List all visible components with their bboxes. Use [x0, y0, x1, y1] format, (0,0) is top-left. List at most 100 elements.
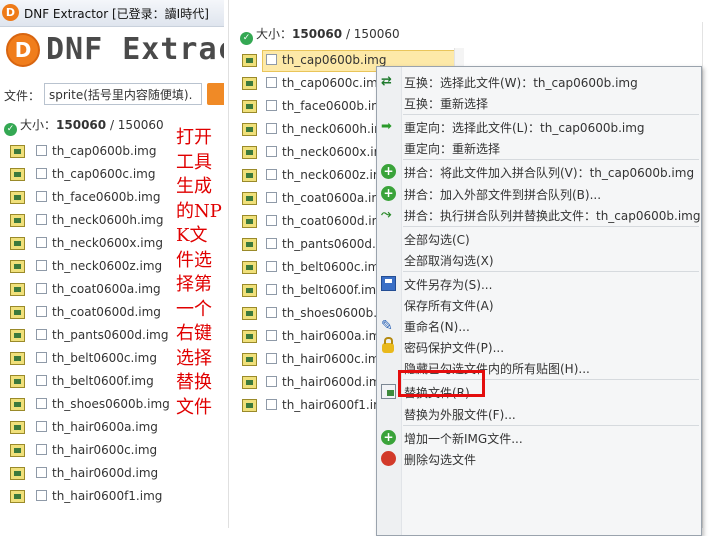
file-name: th_neck0600z.img — [52, 259, 163, 273]
menu-item[interactable]: + 拼合：加入外部文件到拼合队列(B)... — [377, 183, 701, 203]
img-checkbox[interactable] — [266, 169, 277, 180]
menu-item[interactable]: 密码保护文件(P)... — [377, 336, 701, 356]
img-name: th_neck0600h.im — [282, 122, 386, 136]
img-checkbox[interactable] — [266, 123, 277, 134]
img-file-icon — [242, 399, 257, 412]
img-name: th_hair0600a.im — [282, 329, 381, 343]
img-file-icon — [10, 168, 25, 181]
img-name: th_belt0600c.im — [282, 260, 380, 274]
texture-row[interactable]: 1，16 位色[A1R5G5B5]，宽高(1 × — [708, 48, 713, 72]
img-checkbox[interactable] — [266, 77, 277, 88]
img-checkbox[interactable] — [266, 307, 277, 318]
texture-row[interactable]: 0，16 位色[A1R5G5B5]，宽高(1 × — [708, 24, 713, 48]
file-input[interactable]: sprite(括号里内容随便填). — [44, 83, 202, 105]
img-file-icon — [242, 353, 257, 366]
img-checkbox[interactable] — [266, 330, 277, 341]
img-checkbox[interactable] — [266, 353, 277, 364]
img-file-icon — [242, 169, 257, 182]
menu-item[interactable]: 保存所有文件(A) — [377, 294, 701, 314]
file-checkbox[interactable] — [36, 398, 47, 409]
menu-item[interactable]: 删除勾选文件 — [377, 448, 701, 468]
img-file-icon — [242, 215, 257, 228]
img-checkbox[interactable] — [266, 238, 277, 249]
size-total-2: 150060 — [353, 27, 400, 41]
menu-item[interactable]: 文件另存为(S)... — [377, 273, 701, 293]
file-checkbox[interactable] — [36, 444, 47, 455]
menu-separator — [403, 159, 699, 161]
menu-item[interactable]: 重命名(N)... — [377, 315, 701, 335]
img-checkbox[interactable] — [266, 376, 277, 387]
menu-item-label: 删除勾选文件 — [404, 452, 477, 467]
file-checkbox[interactable] — [36, 467, 47, 478]
menu-item[interactable]: + 增加一个新IMG文件... — [377, 427, 701, 447]
file-checkbox[interactable] — [36, 329, 47, 340]
menu-item-label: 密码保护文件(P)... — [404, 341, 505, 356]
menu-item[interactable]: 互换：重新选择 — [377, 92, 701, 112]
img-file-icon — [242, 307, 257, 320]
menu-item[interactable]: 全部取消勾选(X) — [377, 249, 701, 269]
file-checkbox[interactable] — [36, 191, 47, 202]
file-checkbox[interactable] — [36, 352, 47, 363]
img-file-icon — [242, 54, 257, 67]
app-icon: D — [2, 4, 19, 21]
file-name: th_shoes0600b.img — [52, 397, 170, 411]
file-checkbox[interactable] — [36, 490, 47, 501]
file-name: th_cap0600c.img — [52, 167, 156, 181]
img-file-icon — [10, 214, 25, 227]
title-bar: D DNF Extractor [已登录：讀I時代] — [0, 0, 224, 27]
open-file-button[interactable] — [207, 83, 224, 105]
menu-item[interactable]: 互换：选择此文件(W)：th_cap0600b.img — [377, 71, 701, 91]
menu-item[interactable]: 拼合：执行拼合队列并替换此文件：th_cap0600b.img — [377, 204, 701, 224]
delete-icon — [381, 450, 396, 466]
img-name: th_coat0600d.im — [282, 214, 384, 228]
file-checkbox[interactable] — [36, 283, 47, 294]
img-checkbox[interactable] — [266, 54, 277, 65]
file-checkbox[interactable] — [36, 145, 47, 156]
menu-item-label: 重定向：重新选择 — [404, 142, 501, 157]
img-name: th_neck0600x.im — [282, 145, 386, 159]
file-checkbox[interactable] — [36, 375, 47, 386]
img-file-icon — [10, 145, 25, 158]
file-checkbox[interactable] — [36, 260, 47, 271]
replace-icon — [381, 384, 396, 400]
menu-item[interactable]: 重定向：选择此文件(L)：th_cap0600b.img — [377, 116, 701, 136]
menu-item[interactable]: + 拼合：将此文件加入拼合队列(V)：th_cap0600b.img — [377, 161, 701, 181]
img-file-icon — [10, 398, 25, 411]
img-name: th_belt0600f.im — [282, 283, 377, 297]
menu-item[interactable]: 重定向：重新选择 — [377, 137, 701, 157]
file-name: th_hair0600c.img — [52, 443, 158, 457]
img-checkbox[interactable] — [266, 146, 277, 157]
img-checkbox[interactable] — [266, 399, 277, 410]
img-checkbox[interactable] — [266, 192, 277, 203]
file-name: th_neck0600h.img — [52, 213, 164, 227]
file-checkbox[interactable] — [36, 214, 47, 225]
plus-icon: + — [381, 185, 396, 201]
panel-divider — [228, 0, 229, 528]
img-file-icon — [242, 238, 257, 251]
file-name: th_coat0600d.img — [52, 305, 161, 319]
file-checkbox[interactable] — [36, 168, 47, 179]
img-name: th_face0600b.im — [282, 99, 383, 113]
file-name: th_face0600b.img — [52, 190, 161, 204]
file-checkbox[interactable] — [36, 237, 47, 248]
file-checkbox[interactable] — [36, 306, 47, 317]
menu-item-label: 拼合：将此文件加入拼合队列(V)：th_cap0600b.img — [404, 166, 695, 181]
img-file-icon — [10, 352, 25, 365]
img-checkbox[interactable] — [266, 284, 277, 295]
check-circle-icon: ✓ — [240, 32, 253, 45]
save-icon — [381, 275, 396, 291]
file-checkbox[interactable] — [36, 421, 47, 432]
img-checkbox[interactable] — [266, 100, 277, 111]
menu-separator — [403, 114, 699, 116]
logo-wordmark: DNF Extractor — [46, 32, 224, 67]
menu-item-label: 拼合：执行拼合队列并替换此文件：th_cap0600b.img — [404, 208, 701, 223]
menu-item[interactable]: 全部勾选(C) — [377, 228, 701, 248]
arrow-right-icon — [381, 119, 396, 134]
menu-item[interactable]: 替换为外服文件(F)... — [377, 403, 701, 423]
size-current-2: 150060 — [292, 27, 343, 41]
file-name: th_belt0600c.img — [52, 351, 157, 365]
file-name: th_neck0600x.img — [52, 236, 163, 250]
img-checkbox[interactable] — [266, 261, 277, 272]
menu-item-label: 互换：选择此文件(W)：th_cap0600b.img — [404, 76, 638, 90]
img-checkbox[interactable] — [266, 215, 277, 226]
